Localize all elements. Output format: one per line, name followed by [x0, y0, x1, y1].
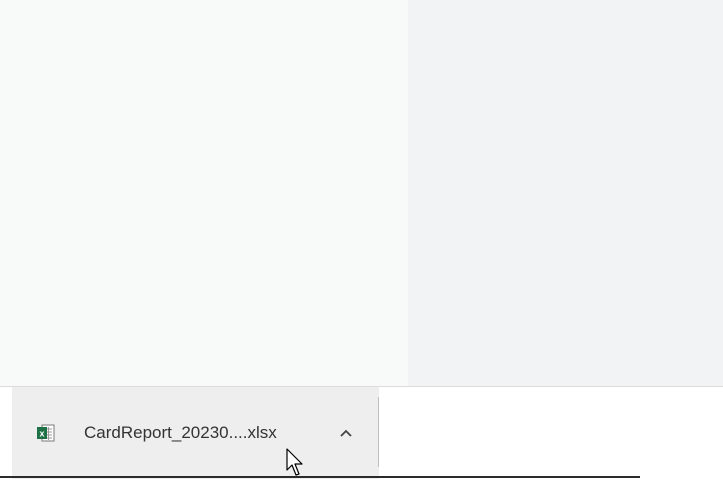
- right-panel: [408, 0, 723, 386]
- mouse-pointer-icon: [286, 448, 306, 478]
- excel-file-icon: x: [36, 423, 56, 443]
- download-shelf: x CardReport_20230....xlsx: [0, 386, 723, 479]
- download-item-open-button[interactable]: x CardReport_20230....xlsx: [12, 387, 312, 479]
- chevron-up-icon[interactable]: [336, 423, 356, 443]
- page-content-area: [0, 0, 723, 386]
- svg-text:x: x: [39, 429, 44, 439]
- download-item[interactable]: x CardReport_20230....xlsx: [12, 387, 379, 479]
- bottom-border-line: [0, 476, 640, 478]
- shelf-divider: [378, 397, 379, 467]
- left-panel: [0, 0, 408, 386]
- download-file-name: CardReport_20230....xlsx: [84, 423, 277, 442]
